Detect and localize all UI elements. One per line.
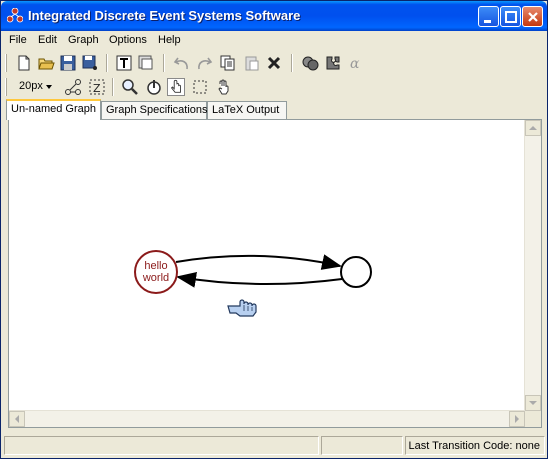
main-toolbar: α [1,51,547,75]
chevron-right-icon [515,415,519,423]
tab-un-named-graph[interactable]: Un-named Graph [6,99,101,120]
graph-canvas[interactable]: hello world [9,120,525,411]
graph-drawing [134,250,372,294]
undo-icon[interactable] [173,54,191,72]
tab-label: Un-named Graph [11,103,96,115]
grab-tool-icon[interactable] [215,78,233,96]
app-window: Integrated Discrete Event Systems Softwa… [0,0,548,459]
edge-hello-world-to-state-2[interactable] [175,254,342,270]
last-transition-code: Last Transition Code: none [408,440,540,452]
toolbar-separator [112,78,114,96]
toolbar-grip[interactable] [5,54,7,72]
copy-icon[interactable] [219,54,237,72]
scroll-left-button[interactable] [9,411,25,427]
scroll-right-button[interactable] [509,411,525,427]
window-title: Integrated Discrete Event Systems Softwa… [28,8,301,23]
toolbar-separator [291,54,293,72]
node-label-line: world [142,272,170,284]
select-tool-icon[interactable] [191,78,209,96]
graph-panel: hello world [8,119,542,428]
node-label-line: hello [144,260,168,272]
graph-node-state-2[interactable] [340,256,372,288]
tab-label: LaTeX Output [212,104,280,116]
node-label-hello-world: hello world [134,260,178,284]
horizontal-scrollbar[interactable] [9,410,525,427]
paste-icon[interactable] [243,54,261,72]
puzzle-icon[interactable] [324,54,342,72]
tab-strip: Un-named Graph Graph Specifications LaTe… [1,99,547,120]
edge-state-2-to-hello-world[interactable] [176,271,343,288]
text-tool-icon[interactable] [115,54,133,72]
status-panel-middle [321,436,403,455]
chevron-up-icon [529,126,537,130]
zoom-select[interactable]: 20px [15,78,53,95]
toolbar-separator [163,54,165,72]
chevron-down-icon [529,401,537,405]
status-panel-right: Last Transition Code: none [405,436,545,455]
chevron-down-icon [46,85,52,89]
move-tool-icon[interactable] [145,78,163,96]
graph-layout-icon[interactable] [64,78,82,96]
save-icon[interactable] [59,54,77,72]
maximize-button[interactable] [500,6,521,27]
tab-graph-specifications[interactable]: Graph Specifications [101,101,208,119]
hand-tool-icon[interactable] [167,78,185,96]
svg-text:α: α [350,56,360,72]
scroll-down-button[interactable] [525,395,541,411]
menu-graph[interactable]: Graph [68,34,99,46]
copy-as-icon[interactable] [137,54,155,72]
close-button[interactable] [522,6,543,27]
minimize-button[interactable] [478,6,499,27]
menu-file[interactable]: File [9,34,27,46]
status-panel-left [4,436,319,455]
menu-edit[interactable]: Edit [38,34,57,46]
chevron-left-icon [15,415,19,423]
tab-latex-output[interactable]: LaTeX Output [207,101,287,119]
hand-cursor-icon [227,299,257,317]
new-file-icon[interactable] [15,54,33,72]
tree-layout-icon[interactable]: Z [88,78,106,96]
menu-options[interactable]: Options [109,34,147,46]
scroll-corner [525,411,541,427]
delete-icon[interactable] [265,54,283,72]
app-logo-icon [7,8,23,23]
zoom-value: 20px [19,80,43,92]
menu-help[interactable]: Help [158,34,181,46]
title-bar[interactable]: Integrated Discrete Event Systems Softwa… [1,1,547,31]
redo-icon[interactable] [195,54,213,72]
tab-label: Graph Specifications [106,104,208,116]
tools-toolbar: 20px Z [1,75,547,99]
status-bar: Last Transition Code: none [1,433,547,458]
save-as-icon[interactable] [81,54,99,72]
zoom-tool-icon[interactable] [121,78,139,96]
toolbar-grip[interactable] [5,78,7,96]
open-folder-icon[interactable] [37,54,55,72]
menu-bar: File Edit Graph Options Help [1,31,547,50]
vertical-scrollbar[interactable] [524,120,541,411]
compute-icon[interactable] [301,54,319,72]
svg-text:Z: Z [93,82,101,95]
toolbar-separator [106,54,108,72]
alpha-icon[interactable]: α [347,54,365,72]
scroll-up-button[interactable] [525,120,541,136]
